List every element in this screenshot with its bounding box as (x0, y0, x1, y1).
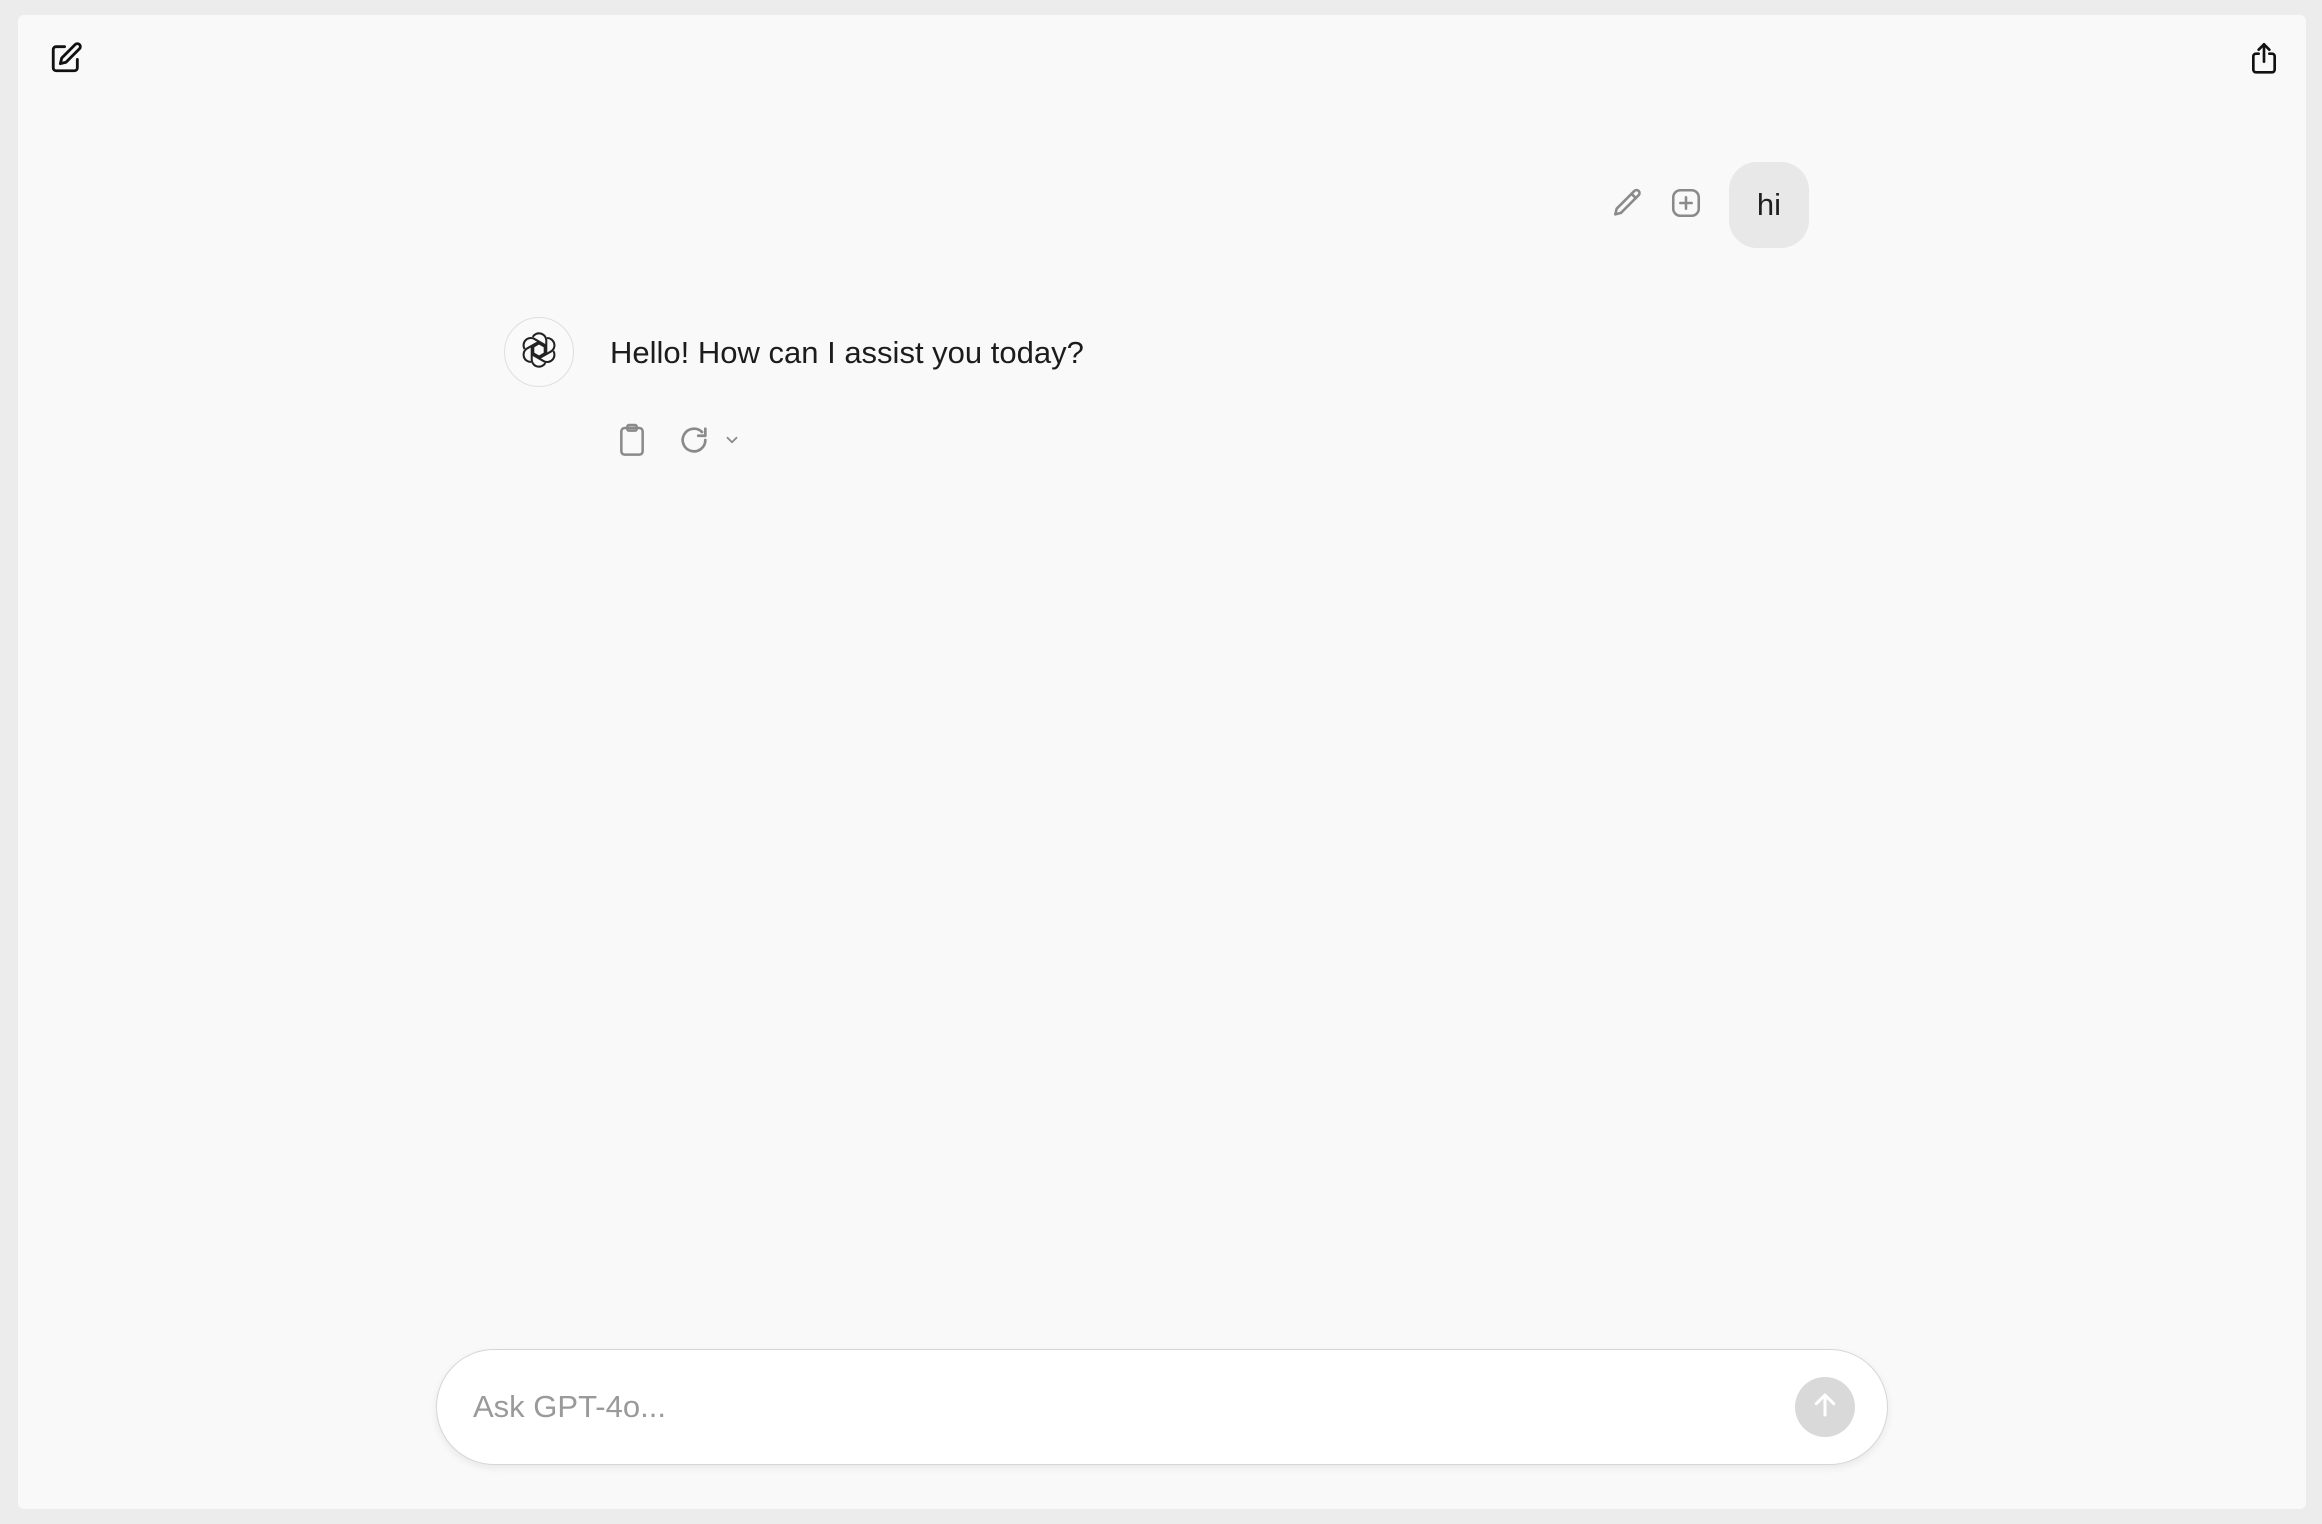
chevron-down-icon (723, 431, 741, 454)
user-message-bubble: hi (1729, 162, 1809, 248)
assistant-message-actions (610, 418, 746, 466)
share-icon (2248, 41, 2280, 77)
regenerate-button[interactable] (672, 418, 716, 466)
user-message-row: hi (1608, 162, 1809, 248)
model-dropdown-button[interactable] (718, 418, 746, 466)
arrow-up-icon (1810, 1390, 1840, 1425)
copy-button[interactable] (610, 418, 654, 466)
message-input[interactable] (471, 1388, 1779, 1426)
openai-logo-icon (520, 331, 558, 374)
clipboard-icon (616, 422, 648, 463)
assistant-avatar (504, 317, 574, 387)
message-composer (436, 1349, 1888, 1465)
regenerate-icon (677, 423, 711, 462)
add-button[interactable] (1666, 185, 1706, 225)
assistant-message-text: Hello! How can I assist you today? (610, 335, 1084, 370)
add-icon (1669, 186, 1703, 225)
new-chat-button[interactable] (42, 34, 90, 82)
share-button[interactable] (2240, 35, 2288, 83)
chat-window: hi Hello! How can I assist you today? (18, 15, 2306, 1509)
send-button[interactable] (1795, 1377, 1855, 1437)
edit-message-button[interactable] (1608, 185, 1648, 225)
edit-icon (1611, 186, 1645, 225)
compose-icon (49, 41, 83, 75)
